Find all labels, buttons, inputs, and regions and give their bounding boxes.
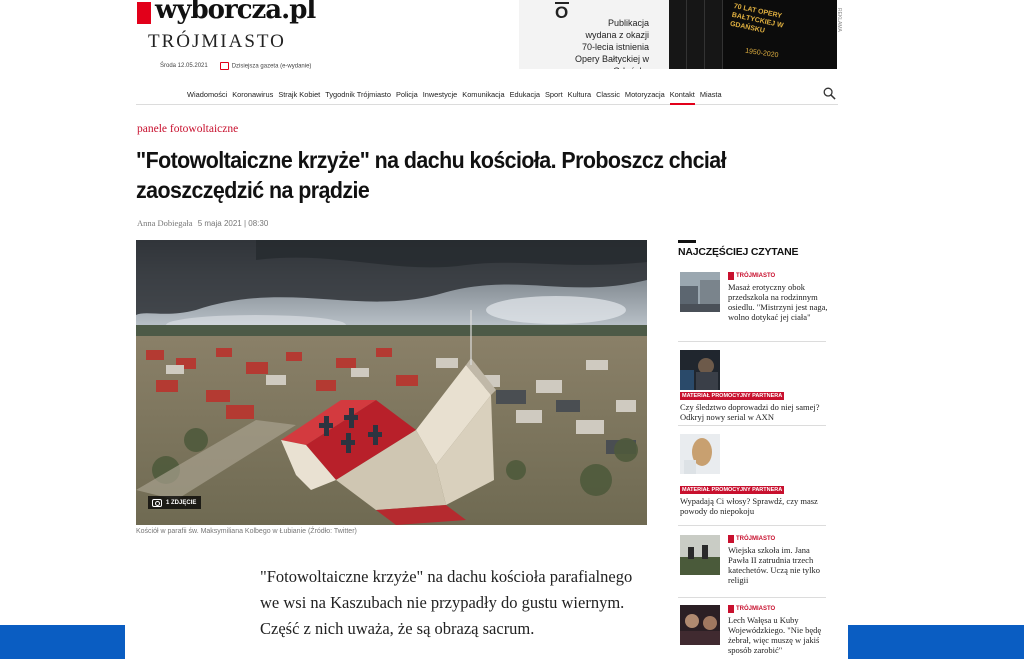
header-date-line: Środa 12.05.2021 Dzisiejsza gazeta (e-wy… — [160, 62, 311, 70]
thumbnail — [680, 434, 720, 474]
city-name[interactable]: TRÓJMIASTO — [148, 31, 286, 53]
thumbnail-image — [680, 350, 720, 390]
nav-item-kontakt[interactable]: Kontakt — [669, 90, 695, 105]
nav-item-motoryzacja[interactable]: Motoryzacja — [625, 90, 665, 99]
most-read-item[interactable]: MATERIAŁ PROMOCYJNY PARTNERA Wypadają Ci… — [678, 434, 828, 516]
sponsored-badge: MATERIAŁ PROMOCYJNY PARTNERA — [680, 486, 785, 494]
category-marker — [728, 605, 734, 613]
divider — [678, 341, 826, 342]
nav-item-policja[interactable]: Policja — [396, 90, 418, 99]
logo-mark — [137, 2, 151, 24]
item-category: TRÓJMIASTO — [728, 535, 775, 543]
item-category: TRÓJMIASTO — [728, 605, 775, 613]
article-photo[interactable]: 1 ZDJĘCIE — [136, 240, 647, 525]
photo-count-label: 1 ZDJĘCIE — [166, 499, 197, 506]
item-title[interactable]: Wiejska szkoła im. Jana Pawła II zatrudn… — [728, 545, 828, 585]
ad-text: Publikacja wydana z okazji 70-lecia istn… — [539, 17, 649, 69]
thumbnail — [680, 350, 720, 390]
author-name[interactable]: Anna Dobiegała — [137, 218, 192, 228]
book-spine — [687, 0, 705, 69]
nav-item-tygodnik[interactable]: Tygodnik Trójmiasto — [325, 90, 391, 99]
divider — [678, 597, 826, 598]
thumbnail — [680, 535, 720, 575]
thumbnail-image — [680, 272, 720, 312]
article-lead: "Fotowoltaiczne krzyże" na dachu kościoł… — [260, 567, 633, 638]
byline: Anna Dobiegała 5 maja 2021 | 08:30 — [137, 218, 268, 228]
nav-item-miasta[interactable]: Miasta — [700, 90, 722, 99]
main-nav: Wiadomości Koronawirus Strajk Kobiet Tyg… — [136, 86, 838, 105]
camera-icon — [152, 498, 162, 507]
logo-text: wyborcza.pl — [155, 0, 316, 25]
ad-banner[interactable]: O Publikacja wydana z okazji 70-lecia is… — [519, 0, 837, 69]
todays-paper-label: Dzisiejsza gazeta (e-wydanie) — [231, 63, 312, 70]
item-title[interactable]: Czy śledztwo doprowadzi do niej samej? O… — [680, 402, 828, 422]
item-category: TRÓJMIASTO — [728, 272, 775, 280]
divider — [678, 425, 826, 426]
ad-label: REKLAMA — [836, 8, 842, 32]
most-read-item[interactable]: TRÓJMIASTO Wiejska szkoła im. Jana Pawła… — [678, 535, 826, 595]
book-spine — [705, 0, 723, 69]
category-marker — [728, 535, 734, 543]
nav-items: Wiadomości Koronawirus Strajk Kobiet Tyg… — [187, 90, 722, 105]
item-title[interactable]: Masaż erotyczny obok przedszkola na rodz… — [728, 282, 828, 322]
category-label: TRÓJMIASTO — [736, 273, 776, 279]
thumbnail-image — [680, 434, 720, 474]
ad-book-years: 1950-2020 — [744, 47, 779, 60]
most-read-sidebar: NAJCZĘŚCIEJ CZYTANE TRÓJMIASTO Masaż ero… — [678, 240, 828, 655]
ad-line: Opery Bałtyckiej w Gdańsku — [574, 54, 649, 69]
thumbnail-image — [680, 535, 720, 575]
nav-item-koronawirus[interactable]: Koronawirus — [232, 90, 273, 99]
ad-line: wydana z okazji — [585, 30, 649, 40]
nav-item-classic[interactable]: Classic — [596, 90, 620, 99]
church-aerial-photo — [136, 240, 647, 525]
divider — [678, 525, 826, 526]
most-read-item[interactable]: TRÓJMIASTO Masaż erotyczny obok przedszk… — [678, 272, 828, 342]
page: wyborcza.pl TRÓJMIASTO Środa 12.05.2021 … — [0, 0, 1024, 659]
sponsored-badge: MATERIAŁ PROMOCYJNY PARTNERA — [680, 392, 785, 400]
item-title[interactable]: Wypadają Ci włosy? Sprawdź, czy masz pow… — [680, 496, 828, 516]
article-headline: "Fotowoltaiczne krzyże" na dachu kościoł… — [136, 147, 727, 203]
ad-line: Publikacja — [607, 18, 649, 28]
search-icon[interactable] — [823, 87, 836, 100]
newspaper-icon — [219, 62, 229, 70]
most-read-item[interactable]: MATERIAŁ PROMOCYJNY PARTNERA Czy śledztw… — [678, 350, 826, 424]
ad-line: 70-lecia istnienia — [581, 42, 649, 52]
nav-item-sport[interactable]: Sport — [545, 90, 563, 99]
sidebar-accent-bar — [678, 240, 696, 243]
nav-item-kultura[interactable]: Kultura — [568, 90, 591, 99]
nav-item-komunikacja[interactable]: Komunikacja — [462, 90, 504, 99]
thumbnail — [680, 272, 720, 312]
ad-books-image: 70 LAT OPERY BAŁTYCKIEJ W GDAŃSKU 1950-2… — [669, 0, 837, 69]
category-label: TRÓJMIASTO — [736, 606, 776, 612]
bottom-banner-right[interactable] — [848, 625, 1024, 659]
item-title[interactable]: Lech Wałęsa u Kuby Wojewódzkiego. "Nie b… — [728, 615, 828, 655]
most-read-item[interactable]: TRÓJMIASTO Lech Wałęsa u Kuby Wojewódzki… — [678, 605, 826, 655]
photo-count-badge[interactable]: 1 ZDJĘCIE — [148, 496, 202, 509]
nav-item-edukacja[interactable]: Edukacja — [510, 90, 540, 99]
section-tag[interactable]: panele fotowoltaiczne — [137, 123, 238, 135]
nav-item-inwestycje[interactable]: Inwestycje — [423, 90, 458, 99]
current-date: Środa 12.05.2021 — [160, 63, 208, 69]
thumbnail-image — [680, 605, 720, 645]
bottom-banner-left[interactable] — [0, 625, 125, 659]
nav-item-strajk-kobiet[interactable]: Strajk Kobiet — [278, 90, 320, 99]
publish-date: 5 maja 2021 | 08:30 — [197, 219, 269, 228]
todays-paper-link[interactable]: Dzisiejsza gazeta (e-wydanie) — [219, 62, 312, 70]
photo-caption: Kościół w parafii św. Maksymiliana Kolbe… — [136, 528, 357, 535]
sidebar-title: NAJCZĘŚCIEJ CZYTANE — [678, 246, 799, 258]
nav-item-wiadomosci[interactable]: Wiadomości — [187, 90, 227, 99]
thumbnail — [680, 605, 720, 645]
category-marker — [728, 272, 734, 280]
book-spine — [669, 0, 687, 69]
wyborcza-logo[interactable]: wyborcza.pl — [137, 0, 316, 25]
category-label: TRÓJMIASTO — [736, 536, 776, 542]
ad-book-title: 70 LAT OPERY BAŁTYCKIEJ W GDAŃSKU — [729, 2, 784, 35]
